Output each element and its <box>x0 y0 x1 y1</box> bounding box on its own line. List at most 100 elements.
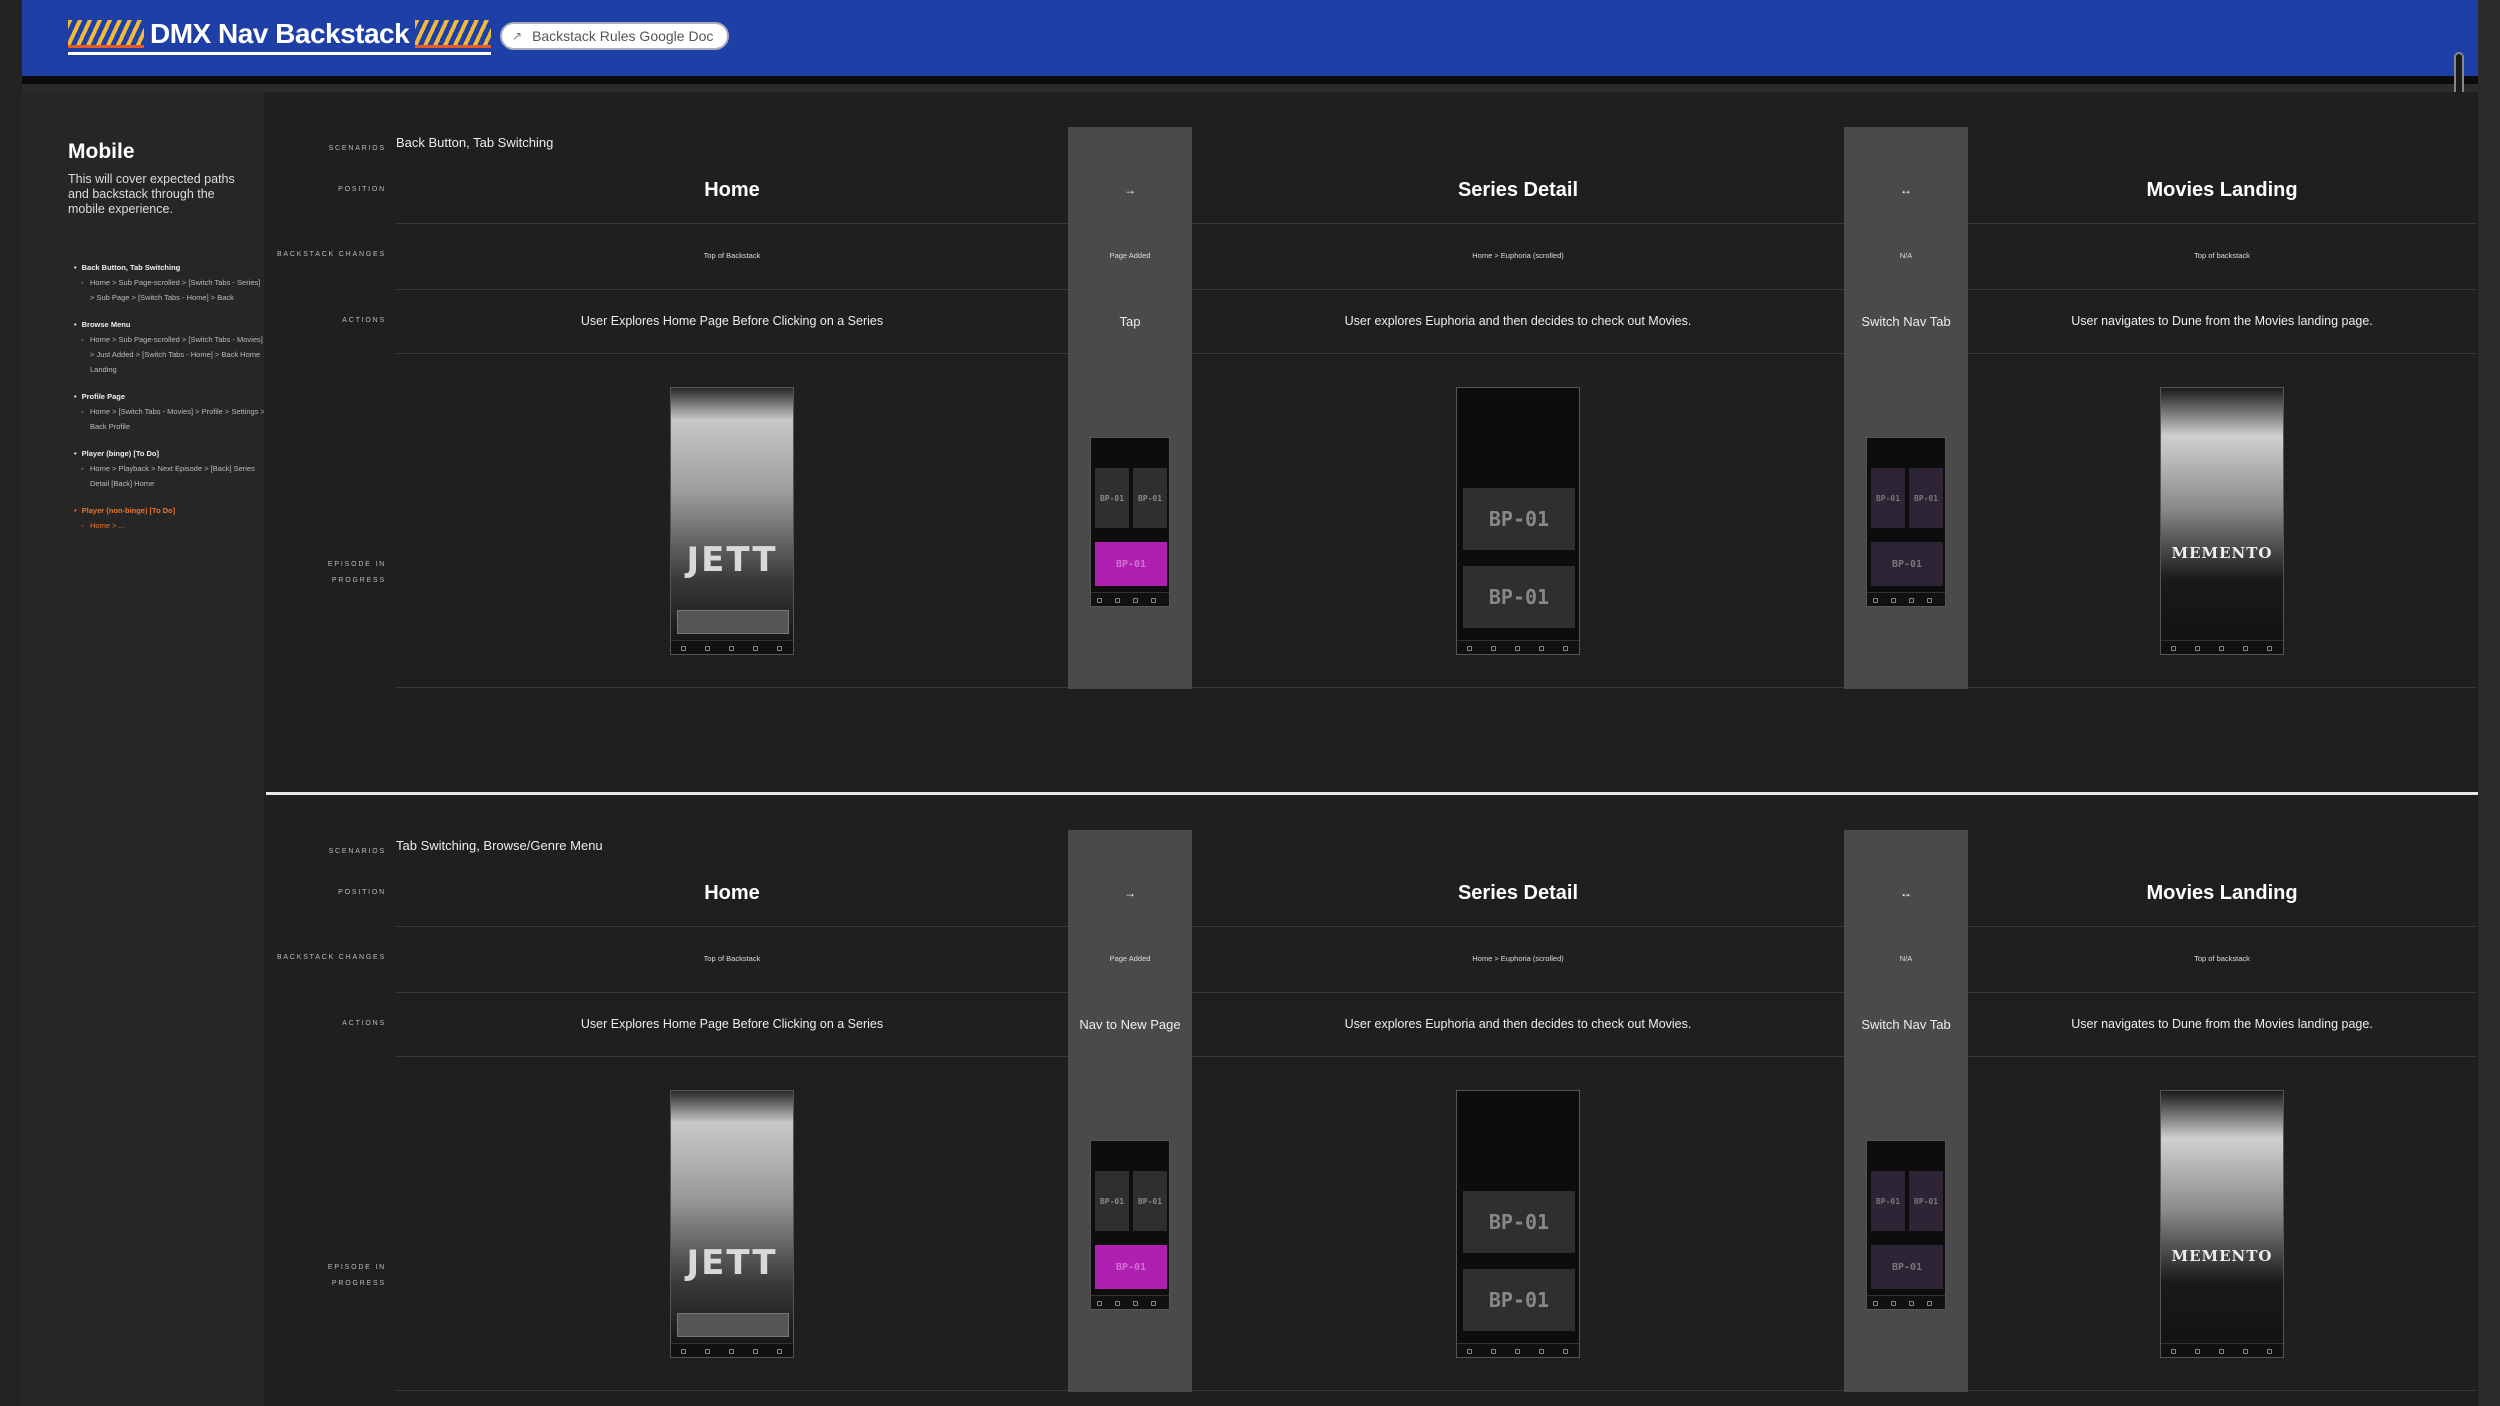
series-detail-mockup[interactable]: BP-01 BP-01 <box>1456 387 1580 655</box>
transition-column: → Page Added Tap BP-01 BP-01 BP-01 <box>1068 127 1192 689</box>
backstack-changes-label: BACKSTACK CHANGES <box>276 954 386 961</box>
transition-arrow-icon: ↔ <box>1900 183 1912 197</box>
show-logo: JETT <box>686 1243 778 1283</box>
movies-landing-mockup[interactable]: MEMENTO <box>2160 1090 2284 1358</box>
header-bar: DMX Nav Backstack ↗ Backstack Rules Goog… <box>22 0 2478 84</box>
nav-icon <box>729 646 734 651</box>
nav-icon <box>2171 1349 2176 1354</box>
series-screen-mockup[interactable]: BP-01 BP-01 BP-01 <box>1090 437 1170 607</box>
bottom-nav-bar <box>1867 592 1945 606</box>
action-text: User navigates to Dune from the Movies l… <box>2071 1017 2373 1031</box>
movie-logo: MEMENTO <box>2171 544 2273 562</box>
action-text: Tap <box>1119 314 1141 329</box>
backstack-change-text: Top of Backstack <box>703 251 761 260</box>
nav-icon <box>2243 1349 2248 1354</box>
home-screen-mockup[interactable]: JETT <box>670 387 794 655</box>
series-detail-mockup[interactable]: BP-01 BP-01 <box>1456 1090 1580 1358</box>
screen-column: Series Detail Home > Euphoria (scrolled) U… <box>1192 127 1844 689</box>
nav-icon <box>681 646 686 651</box>
action-text: Switch Nav Tab <box>1861 314 1951 329</box>
nav-icon <box>1133 1301 1138 1306</box>
canvas: { "header": { "title": "DMX Nav Backstac… <box>0 0 2500 1406</box>
nav-icon <box>1151 598 1156 603</box>
nav-icon <box>2219 646 2224 651</box>
screen-column: Movies Landing Top of backstack User navig… <box>1968 127 2476 689</box>
bp-tile: BP-01 <box>1909 1171 1943 1231</box>
bp-tile: BP-01 <box>1095 1245 1167 1289</box>
movies-landing-mockup[interactable]: MEMENTO <box>2160 387 2284 655</box>
bp-tile: BP-01 <box>1463 1191 1575 1253</box>
page-title: DMX Nav Backstack <box>150 18 410 49</box>
bp-tile: BP-01 <box>1871 1245 1943 1289</box>
nav-icon <box>1873 598 1878 603</box>
nav-icon <box>1909 1301 1914 1306</box>
page-title-link[interactable]: DMX Nav Backstack <box>68 18 492 55</box>
nav-icon <box>1563 646 1568 651</box>
nav-icon <box>1097 1301 1102 1306</box>
position-title: Home <box>704 882 760 904</box>
screen-column: Series Detail Home > Euphoria (scrolled) U… <box>1192 830 1844 1392</box>
nav-icon <box>705 1349 710 1354</box>
nav-icon <box>1151 1301 1156 1306</box>
nav-icon <box>1891 598 1896 603</box>
backstack-change-text: Top of backstack <box>2194 954 2250 963</box>
backstack-change-text: Home > Euphoria (scrolled) <box>1472 251 1564 260</box>
backstack-change-text: Home > Euphoria (scrolled) <box>1472 954 1564 963</box>
scrollbar-track <box>2478 0 2500 1406</box>
nav-icon <box>2219 1349 2224 1354</box>
backstack-change-text: Top of Backstack <box>703 954 761 963</box>
nav-icon <box>753 646 758 651</box>
nav-icon <box>1563 1349 1568 1354</box>
bottom-nav-bar <box>1091 1295 1169 1309</box>
scenario-section: SCENARIOS POSITION BACKSTACK CHANGES ACTION… <box>0 830 2478 1406</box>
nav-icon <box>2195 646 2200 651</box>
nav-icon <box>753 1349 758 1354</box>
bp-tile: BP-01 <box>1871 542 1943 586</box>
nav-icon <box>1467 646 1472 651</box>
episode-label-line: EPISODE IN <box>327 1264 386 1271</box>
show-logo: JETT <box>686 540 778 580</box>
nav-icon <box>1115 1301 1120 1306</box>
doc-link-button[interactable]: ↗ Backstack Rules Google Doc <box>500 22 730 50</box>
bp-tile: BP-01 <box>1133 468 1167 528</box>
backstack-change-text: Page Added <box>1109 251 1151 260</box>
position-title: Movies Landing <box>2146 179 2298 201</box>
bp-tile: BP-01 <box>1095 468 1129 528</box>
nav-icon <box>1115 598 1120 603</box>
bottom-nav-bar <box>1457 640 1579 654</box>
actions-label: ACTIONS <box>342 1020 386 1027</box>
series-screen-mockup[interactable]: BP-01 BP-01 BP-01 <box>1090 1140 1170 1310</box>
continue-watching-row <box>677 1313 789 1337</box>
nav-icon <box>2243 646 2248 651</box>
position-title: Home <box>704 179 760 201</box>
bottom-nav-bar <box>2161 1343 2283 1357</box>
bp-tile: BP-01 <box>1095 1171 1129 1231</box>
nav-icon <box>1873 1301 1878 1306</box>
episode-in-progress-label: EPISODE IN PROGRESS <box>256 557 386 589</box>
action-text: User explores Euphoria and then decides … <box>1344 314 1692 328</box>
nav-icon <box>1491 646 1496 651</box>
bp-tile: BP-01 <box>1463 566 1575 628</box>
actions-label: ACTIONS <box>342 317 386 324</box>
stripe-decoration-icon <box>68 20 144 48</box>
episode-label-line: PROGRESS <box>331 1280 386 1287</box>
nav-icon <box>2171 646 2176 651</box>
action-text: User Explores Home Page Before Clicking … <box>580 314 884 328</box>
nav-icon <box>1891 1301 1896 1306</box>
series-screen-mockup[interactable]: BP-01 BP-01 BP-01 <box>1866 437 1946 607</box>
home-screen-mockup[interactable]: JETT <box>670 1090 794 1358</box>
scenarios-label: SCENARIOS <box>328 145 386 152</box>
episode-label-line: EPISODE IN <box>327 561 386 568</box>
scenarios-label: SCENARIOS <box>328 848 386 855</box>
series-screen-mockup[interactable]: BP-01 BP-01 BP-01 <box>1866 1140 1946 1310</box>
nav-icon <box>681 1349 686 1354</box>
nav-icon <box>777 1349 782 1354</box>
nav-icon <box>1515 1349 1520 1354</box>
continue-watching-row <box>677 610 789 634</box>
action-text: User explores Euphoria and then decides … <box>1344 1017 1692 1031</box>
transition-column: ↔ N/A Switch Nav Tab BP-01 BP-01 BP-01 <box>1844 830 1968 1392</box>
stripe-decoration-icon <box>415 20 492 48</box>
nav-icon <box>2267 1349 2272 1354</box>
nav-icon <box>1491 1349 1496 1354</box>
nav-icon <box>1539 1349 1544 1354</box>
